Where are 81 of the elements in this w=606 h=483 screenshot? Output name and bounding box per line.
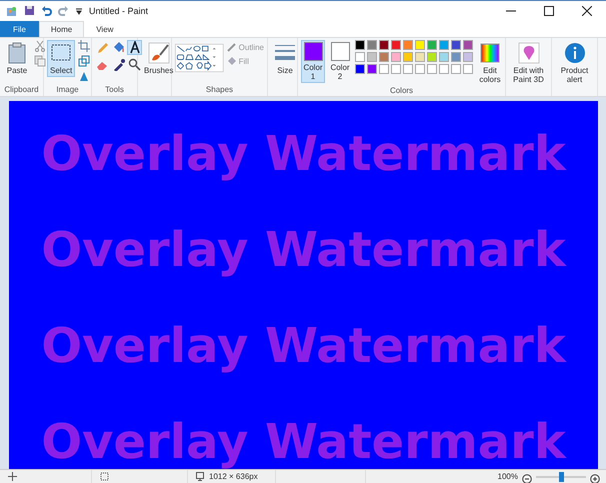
palette-color[interactable] — [355, 52, 365, 62]
palette-color[interactable] — [415, 64, 425, 74]
palette-color[interactable] — [403, 40, 413, 50]
magnifier-icon[interactable] — [127, 57, 142, 72]
color-spectrum-icon — [479, 42, 501, 64]
palette-color[interactable] — [379, 64, 389, 74]
canvas-size-icon — [196, 472, 205, 481]
palette-color[interactable] — [367, 52, 377, 62]
palette-color[interactable] — [427, 52, 437, 62]
palette-color[interactable] — [355, 64, 365, 74]
close-icon[interactable] — [582, 6, 592, 16]
crop-icon[interactable] — [78, 40, 90, 52]
color-slot-button[interactable]: Color 1 — [301, 40, 325, 83]
palette-color[interactable] — [379, 52, 389, 62]
palette-color[interactable] — [415, 52, 425, 62]
palette-color[interactable] — [415, 40, 425, 50]
paint-drop-icon — [518, 42, 540, 64]
maximize-icon[interactable] — [544, 6, 554, 16]
ribbon-tab[interactable]: Home — [38, 21, 84, 37]
palette-color[interactable] — [367, 64, 377, 74]
palette-color[interactable] — [463, 40, 473, 50]
redo-icon[interactable] — [58, 5, 69, 16]
selection-size-icon — [100, 472, 109, 481]
paint-app-icon — [6, 4, 18, 16]
palette-color[interactable] — [403, 64, 413, 74]
image-dimensions: 1012 × 636px — [209, 472, 258, 481]
palette-color[interactable] — [463, 52, 473, 62]
save-icon[interactable] — [24, 5, 35, 16]
resize-icon[interactable] — [78, 55, 90, 67]
group-label: Tools — [104, 85, 125, 96]
paint-3d-button[interactable]: Edit with Paint 3D — [509, 40, 548, 86]
palette-color[interactable] — [451, 40, 461, 50]
customize-caret-icon[interactable] — [75, 6, 83, 14]
outline-pen-icon — [226, 42, 237, 52]
window-title: Untitled - Paint — [89, 6, 148, 16]
text-icon[interactable] — [127, 40, 142, 55]
group-label: Shapes — [204, 85, 234, 96]
edit-colors-button[interactable]: Edit colors — [476, 40, 504, 86]
plus-icon — [590, 474, 600, 483]
palette-color[interactable] — [451, 52, 461, 62]
canvas-text: Overlay Watermark — [41, 415, 566, 469]
clipboard-icon — [6, 42, 28, 64]
palette-color[interactable] — [355, 40, 365, 50]
group-label: Clipboard — [3, 85, 40, 96]
palette-color[interactable] — [439, 40, 449, 50]
color-slot-button[interactable]: Color 2 — [328, 40, 352, 83]
canvas-text: Overlay Watermark — [41, 223, 566, 277]
cursor-position-icon — [8, 472, 17, 481]
copy-icon[interactable] — [34, 55, 46, 67]
palette-color[interactable] — [439, 52, 449, 62]
group-label: Image — [55, 85, 80, 96]
palette-color[interactable] — [451, 64, 461, 74]
group-label: Colors — [388, 86, 414, 97]
palette-color[interactable] — [379, 40, 389, 50]
palette-color[interactable] — [391, 64, 401, 74]
palette-color[interactable] — [403, 52, 413, 62]
palette-color[interactable] — [427, 64, 437, 74]
palette-color[interactable] — [391, 52, 401, 62]
zoom-out-button[interactable] — [522, 472, 532, 482]
info-icon — [564, 42, 586, 64]
canvas-text: Overlay Watermark — [41, 127, 566, 181]
brush-icon — [148, 42, 170, 64]
palette-color[interactable] — [427, 40, 437, 50]
size-button[interactable]: Size — [271, 40, 299, 77]
undo-icon[interactable] — [41, 5, 52, 16]
product-alert-button[interactable]: Product alert — [555, 40, 594, 86]
zoom-in-button[interactable] — [590, 472, 600, 482]
select-button[interactable]: Select — [47, 40, 76, 77]
paste-button[interactable]: Paste — [3, 40, 31, 77]
brushes-button[interactable]: Brushes — [141, 40, 176, 77]
ribbon-tab[interactable]: View — [84, 21, 126, 37]
canvas-text: Overlay Watermark — [41, 319, 566, 373]
palette-color[interactable] — [463, 64, 473, 74]
cut-icon[interactable] — [34, 40, 46, 52]
file-menu-tab[interactable]: File — [0, 21, 39, 37]
slider-thumb[interactable] — [559, 472, 564, 482]
palette-color[interactable] — [439, 64, 449, 74]
palette-color[interactable] — [391, 40, 401, 50]
zoom-level: 100% — [498, 472, 518, 481]
palette-color[interactable] — [367, 40, 377, 50]
minus-icon — [522, 474, 532, 483]
